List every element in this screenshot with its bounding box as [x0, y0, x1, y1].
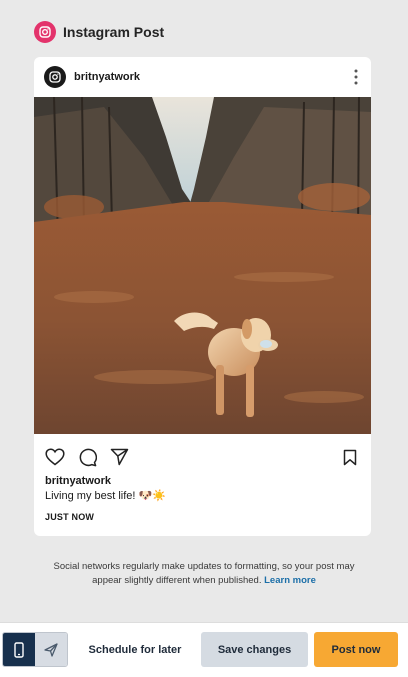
- post-timestamp: JUST NOW: [45, 512, 95, 522]
- post-now-button[interactable]: Post now: [314, 632, 398, 667]
- post-header: britnyatwork: [34, 57, 371, 97]
- preview-header: Instagram Post: [34, 21, 164, 43]
- send-icon: [44, 642, 58, 657]
- phone-icon: [14, 641, 24, 658]
- post-photo: [34, 97, 371, 434]
- caption-username[interactable]: britnyatwork: [45, 475, 111, 487]
- preview-mode-toggle: [2, 632, 68, 667]
- comment-icon[interactable]: [76, 446, 98, 468]
- share-icon[interactable]: [108, 446, 130, 468]
- action-footer: Schedule for later Save changes Post now: [0, 622, 408, 677]
- page-title: Instagram Post: [63, 24, 165, 40]
- post-username[interactable]: britnyatwork: [74, 71, 140, 83]
- schedule-button[interactable]: Schedule for later: [74, 632, 196, 667]
- caption-text: Living my best life! 🐶☀️: [45, 490, 166, 502]
- avatar: [44, 66, 66, 88]
- post-preview-card: britnyatwork britnyatwork Living my best…: [34, 57, 371, 536]
- mobile-preview-button[interactable]: [3, 633, 35, 666]
- send-preview-button[interactable]: [35, 633, 67, 666]
- heart-icon[interactable]: [44, 446, 66, 468]
- bookmark-icon[interactable]: [339, 446, 361, 468]
- format-disclaimer: Social networks regularly make updates t…: [40, 560, 368, 588]
- more-options-icon[interactable]: [351, 68, 361, 86]
- post-actions: [34, 445, 371, 469]
- save-changes-button[interactable]: Save changes: [201, 632, 308, 667]
- learn-more-link[interactable]: Learn more: [264, 575, 316, 586]
- instagram-icon: [34, 21, 56, 43]
